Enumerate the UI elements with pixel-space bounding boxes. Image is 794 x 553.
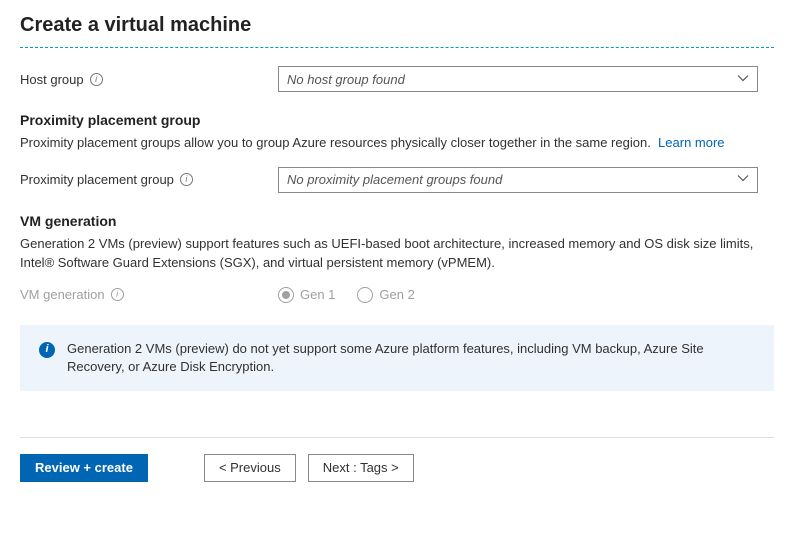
- info-icon: i: [39, 342, 55, 358]
- proximity-select[interactable]: No proximity placement groups found: [278, 167, 758, 193]
- radio-gen2[interactable]: Gen 2: [357, 287, 414, 303]
- host-group-value: No host group found: [287, 72, 405, 87]
- info-notice-text: Generation 2 VMs (preview) do not yet su…: [67, 340, 755, 376]
- info-icon[interactable]: i: [90, 73, 103, 86]
- vm-generation-description: Generation 2 VMs (preview) support featu…: [20, 235, 774, 273]
- radio-circle-icon: [278, 287, 294, 303]
- proximity-value: No proximity placement groups found: [287, 172, 502, 187]
- radio-gen2-label: Gen 2: [379, 287, 414, 302]
- radio-circle-icon: [357, 287, 373, 303]
- host-group-select[interactable]: No host group found: [278, 66, 758, 92]
- info-icon[interactable]: i: [111, 288, 124, 301]
- previous-button[interactable]: < Previous: [204, 454, 296, 482]
- chevron-down-icon: [737, 72, 749, 87]
- vm-generation-heading: VM generation: [20, 213, 774, 229]
- proximity-field-label: Proximity placement group: [20, 172, 174, 187]
- vm-generation-field-label: VM generation: [20, 287, 105, 302]
- host-group-row: Host group i No host group found: [20, 66, 774, 92]
- info-notice: i Generation 2 VMs (preview) do not yet …: [20, 325, 774, 391]
- proximity-description: Proximity placement groups allow you to …: [20, 134, 774, 153]
- divider-dashed: [20, 47, 774, 48]
- chevron-down-icon: [737, 172, 749, 187]
- next-button[interactable]: Next : Tags >: [308, 454, 414, 482]
- page-title: Create a virtual machine: [20, 10, 774, 47]
- wizard-footer: Review + create < Previous Next : Tags >: [20, 437, 774, 482]
- review-create-button[interactable]: Review + create: [20, 454, 148, 482]
- learn-more-link[interactable]: Learn more: [658, 135, 724, 150]
- proximity-row: Proximity placement group i No proximity…: [20, 167, 774, 193]
- radio-gen1-label: Gen 1: [300, 287, 335, 302]
- host-group-label: Host group: [20, 72, 84, 87]
- info-icon[interactable]: i: [180, 173, 193, 186]
- radio-gen1[interactable]: Gen 1: [278, 287, 335, 303]
- proximity-heading: Proximity placement group: [20, 112, 774, 128]
- vm-generation-row: VM generation i Gen 1 Gen 2: [20, 287, 774, 303]
- vm-generation-radio-group: Gen 1 Gen 2: [278, 287, 758, 303]
